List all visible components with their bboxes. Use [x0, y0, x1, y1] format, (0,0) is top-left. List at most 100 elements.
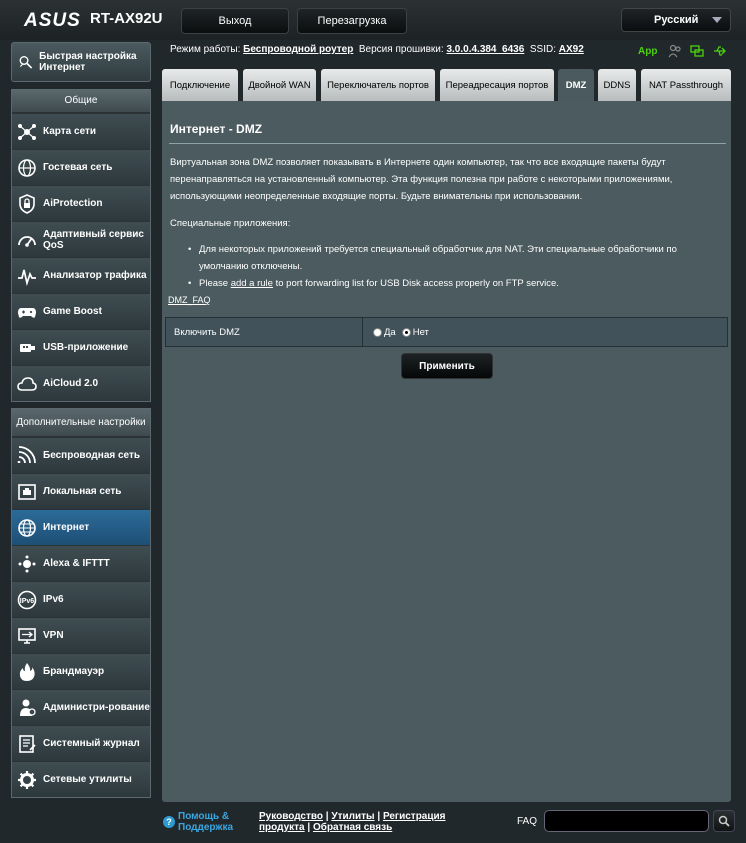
quick-setup-label: Быстрая настройка Интернет: [39, 51, 137, 73]
ssid-link[interactable]: AX92: [559, 44, 584, 55]
enable-dmz-options: Да Нет: [363, 318, 727, 346]
usb-app-icon: [20, 343, 35, 352]
bullet-ftp-pre: Please: [199, 278, 231, 289]
faq-search-button[interactable]: [713, 810, 735, 832]
tab-dmz[interactable]: DMZ: [558, 69, 594, 102]
sidebar-item-alexa-ifttt[interactable]: Alexa & IFTTT: [12, 545, 150, 581]
clients-icon[interactable]: [668, 44, 682, 58]
title-divider: [169, 143, 726, 144]
sidebar-item-label: Беспроводная сеть: [43, 450, 141, 461]
firewall-icon: [19, 662, 35, 681]
sidebar-item-label: VPN: [43, 630, 64, 641]
gauge-icon: [18, 235, 36, 247]
dmz-no-radio[interactable]: [401, 327, 411, 337]
language-select[interactable]: Русский: [621, 8, 731, 32]
advanced-header: Дополнительные настройки: [12, 409, 150, 437]
add-rule-link[interactable]: add a rule: [231, 278, 273, 289]
firmware-version-link[interactable]: 3.0.0.4.384_6436: [446, 44, 524, 55]
sidebar-item-firewall[interactable]: Брандмауэр: [12, 653, 150, 689]
sidebar-item-internet[interactable]: Интернет: [12, 509, 150, 545]
ipv6-icon: IPv6: [17, 590, 37, 609]
dmz-panel: Интернет - DMZ Виртуальная зона DMZ позв…: [162, 101, 731, 802]
sidebar-item-traffic-analyzer[interactable]: Анализатор трафика: [12, 257, 150, 293]
operation-mode-link[interactable]: Беспроводной роутер: [243, 44, 353, 55]
sidebar-item-aiprotection[interactable]: AiProtection: [12, 185, 150, 221]
general-header: Общие: [12, 90, 150, 113]
sidebar-item-system-log[interactable]: Системный журнал: [12, 725, 150, 761]
logout-button[interactable]: Выход: [181, 8, 289, 34]
apply-button[interactable]: Применить: [401, 353, 493, 379]
network-map-icon: [18, 123, 36, 140]
sidebar-item-game-boost[interactable]: Game Boost: [12, 293, 150, 329]
gear-icon: [18, 770, 36, 789]
manual-link[interactable]: Руководство: [259, 811, 323, 822]
sidebar-item-usb-application[interactable]: USB-приложение: [12, 329, 150, 365]
utilities-link[interactable]: Утилиты: [331, 811, 374, 822]
sidebar-item-network-tools[interactable]: Сетевые утилиты: [12, 761, 150, 797]
dmz-yes-radio[interactable]: [373, 327, 382, 337]
chevron-down-icon: [712, 17, 722, 23]
page-title: Интернет - DMZ: [170, 122, 263, 136]
sidebar-item-label: Гостевая сеть: [43, 162, 113, 173]
sidebar-item-guest-network[interactable]: Гостевая сеть: [12, 149, 150, 185]
sidebar-item-aicloud[interactable]: AiCloud 2.0: [12, 365, 150, 401]
tab-nat-passthrough[interactable]: NAT Passthrough: [641, 69, 731, 101]
quick-setup-icon: [19, 56, 33, 69]
tab-connection[interactable]: Подключение: [162, 69, 238, 101]
sidebar-item-label: AiCloud 2.0: [43, 378, 99, 389]
quick-internet-setup[interactable]: Быстрая настройка Интернет: [11, 42, 151, 82]
router-model: RT-AX92U: [90, 10, 163, 27]
search-icon: [718, 815, 730, 827]
sidebar-item-vpn[interactable]: VPN: [12, 617, 150, 653]
ssid-label: SSID:: [529, 44, 556, 55]
language-value: Русский: [654, 14, 699, 26]
wifi-icon: [17, 445, 36, 463]
status-line: Режим работы: Беспроводной роутер Версия…: [170, 44, 584, 55]
bullet-nat-text: Для некоторых приложений требуется специ…: [199, 244, 677, 272]
vpn-icon: [18, 627, 36, 644]
sidebar-item-label: Локальная сеть: [43, 486, 122, 497]
dmz-description: Виртуальная зона DMZ позволяет показыват…: [170, 157, 673, 202]
tab-ddns[interactable]: DDNS: [598, 69, 636, 101]
globe-icon: [18, 158, 36, 177]
sidebar-item-label: Системный журнал: [43, 738, 140, 749]
reboot-button[interactable]: Перезагрузка: [297, 8, 407, 34]
sidebar-item-network-map[interactable]: Карта сети: [12, 113, 150, 149]
sidebar-item-label: Game Boost: [43, 306, 102, 317]
sidebar-item-label: Адаптивный сервис QoS: [43, 228, 144, 251]
traffic-analyzer-icon: [18, 269, 36, 286]
alexa-icon: [18, 555, 36, 572]
sidebar-item-lan[interactable]: Локальная сеть: [12, 473, 150, 509]
cloud-icon: [17, 376, 37, 391]
dmz-no-label[interactable]: Нет: [413, 327, 429, 338]
help-support-link[interactable]: Помощь & Поддержка: [178, 811, 248, 833]
faq-search-input[interactable]: [544, 810, 709, 832]
globe-icon: [18, 518, 36, 537]
tab-dual-wan[interactable]: Двойной WAN: [243, 69, 316, 101]
dmz-faq-link[interactable]: DMZ_FAQ: [168, 295, 211, 305]
faq-label: FAQ: [517, 816, 538, 827]
sidebar-item-label: Брандмауэр: [43, 666, 105, 677]
footer: ? Помощь & Поддержка Руководство | Утили…: [0, 806, 746, 843]
advanced-menu: Дополнительные настройки Беспроводная се…: [11, 408, 151, 798]
tab-port-trigger[interactable]: Переключатель портов: [321, 69, 435, 101]
feedback-link[interactable]: Обратная связь: [313, 822, 392, 833]
usb-icon[interactable]: [713, 44, 727, 58]
sidebar-item-adaptive-qos[interactable]: Адаптивный сервис QoS: [12, 221, 150, 257]
dmz-yes-label[interactable]: Да: [384, 327, 396, 338]
lock-icon: [19, 193, 35, 214]
asus-logo: ASUS: [24, 10, 81, 31]
sidebar-item-label: Анализатор трафика: [43, 270, 147, 281]
sidebar-item-label: AiProtection: [43, 198, 103, 209]
tab-port-forwarding[interactable]: Переадресация портов: [440, 69, 554, 101]
network-status-icon[interactable]: [690, 44, 704, 58]
app-link[interactable]: App: [638, 46, 657, 57]
system-log-icon: [19, 734, 36, 753]
sidebar-item-wireless[interactable]: Беспроводная сеть: [12, 437, 150, 473]
general-menu: Общие Карта сети Гостевая сеть AiProtect…: [11, 89, 151, 402]
sidebar-item-administration[interactable]: Администри-рование: [12, 689, 150, 725]
enable-dmz-label: Включить DMZ: [166, 318, 363, 346]
footer-links: Руководство | Утилиты | Регистрация прод…: [259, 811, 446, 833]
sidebar-item-ipv6[interactable]: IPv6 IPv6: [12, 581, 150, 617]
sidebar-item-label: Администри-рование: [43, 702, 150, 713]
